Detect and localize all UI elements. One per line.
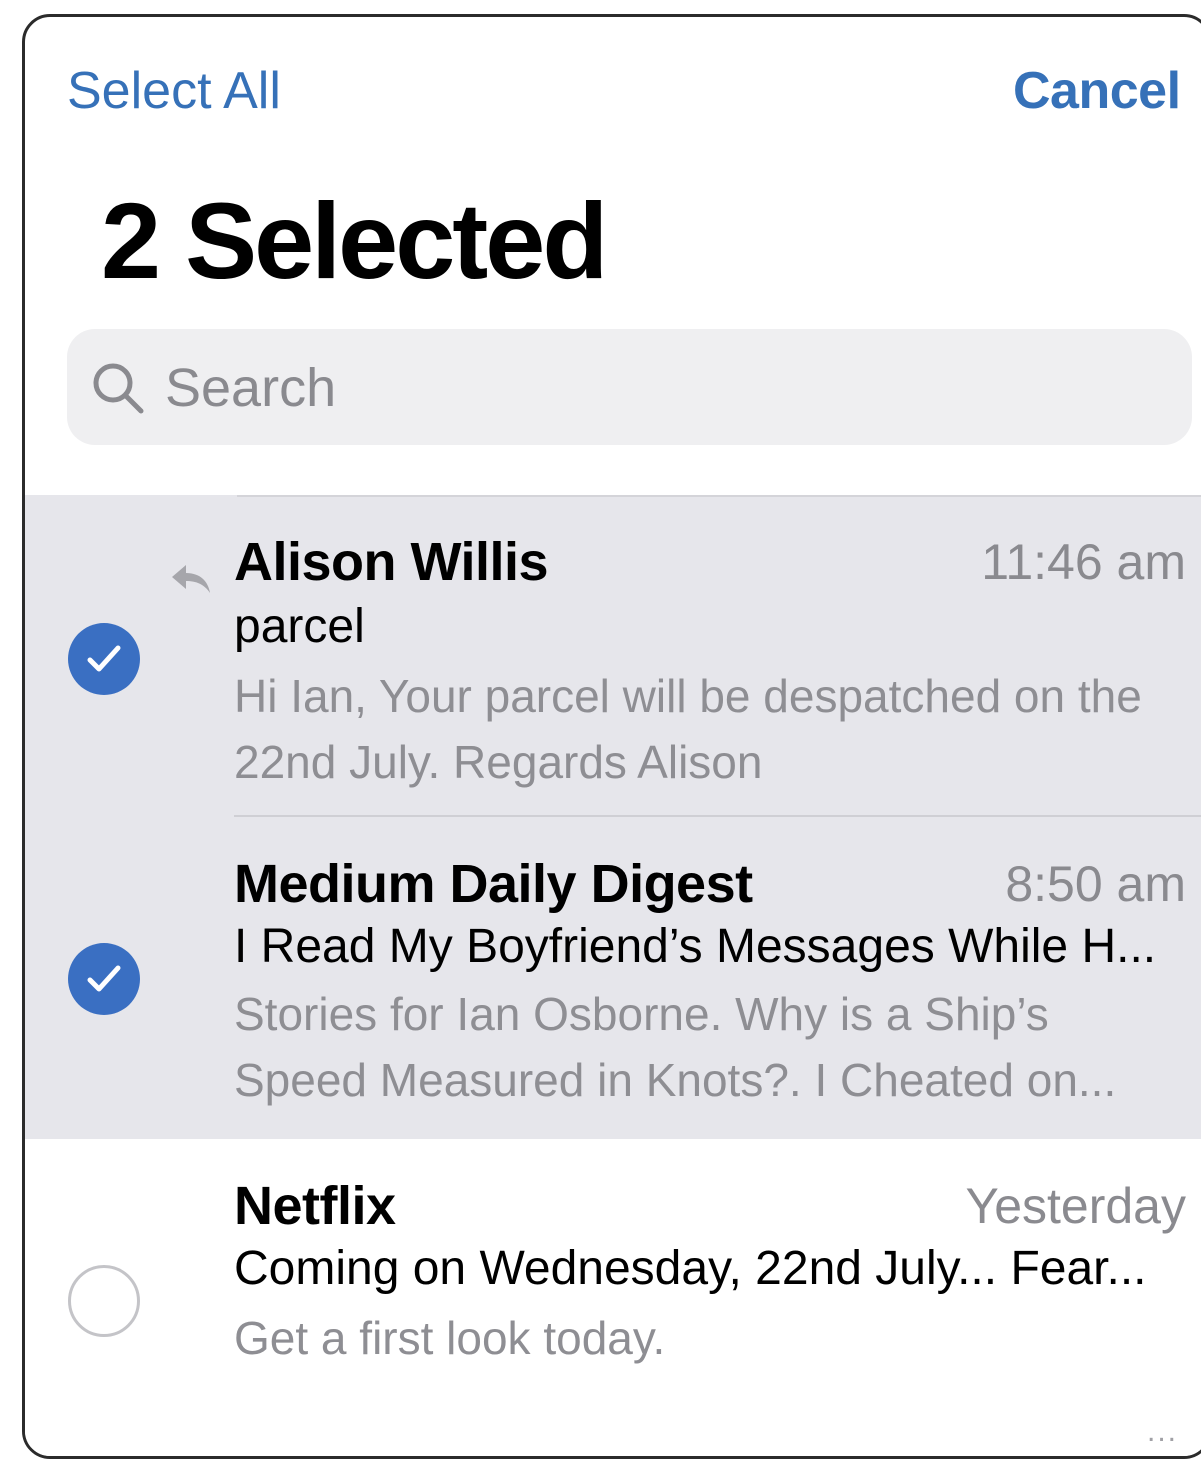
search-placeholder: Search	[165, 358, 337, 418]
message-time: 11:46 am	[981, 534, 1186, 590]
message-subject: Coming on Wednesday, 22nd July... Fear..…	[234, 1242, 1147, 1295]
checkmark-icon	[87, 645, 121, 672]
message-preview: Hi Ian, Your parcel will be despatched o…	[234, 670, 1142, 788]
message-subject: I Read My Boyfriend’s Messages While H..…	[234, 920, 1157, 973]
message-time: Yesterday	[965, 1178, 1186, 1234]
message-sender: Netflix	[234, 1176, 396, 1236]
search-icon	[93, 363, 144, 414]
message-time: 8:50 am	[1005, 856, 1186, 912]
message-row-alison-willis[interactable]: Alison Willis 11:46 am parcel Hi Ian, Yo…	[25, 495, 1201, 817]
cancel-button[interactable]: Cancel	[1013, 65, 1181, 117]
message-subject: parcel	[234, 600, 365, 653]
page-title: 2 Selected	[101, 180, 608, 301]
message-preview: Stories for Ian Osborne. Why is a Ship’s…	[234, 988, 1117, 1106]
checkbox-selected[interactable]	[68, 943, 140, 1015]
mail-window: Select All Cancel 2 Selected Search Alis…	[22, 14, 1201, 1459]
message-row-netflix[interactable]: Netflix Yesterday Coming on Wednesday, 2…	[25, 1139, 1201, 1456]
list-top-divider	[237, 495, 1201, 497]
message-sender: Medium Daily Digest	[234, 854, 753, 914]
checkbox-selected[interactable]	[68, 623, 140, 695]
search-input[interactable]: Search	[67, 329, 1192, 445]
checkbox-unselected[interactable]	[68, 1265, 140, 1337]
checkmark-icon	[87, 965, 121, 992]
select-all-button[interactable]: Select All	[67, 65, 281, 117]
message-preview: Get a first look today.	[234, 1312, 666, 1364]
message-row-medium-daily-digest[interactable]: Medium Daily Digest 8:50 am I Read My Bo…	[25, 817, 1201, 1139]
message-sender: Alison Willis	[234, 532, 549, 592]
reply-arrow-icon	[172, 565, 210, 593]
more-indicator: ...	[1146, 1415, 1178, 1448]
